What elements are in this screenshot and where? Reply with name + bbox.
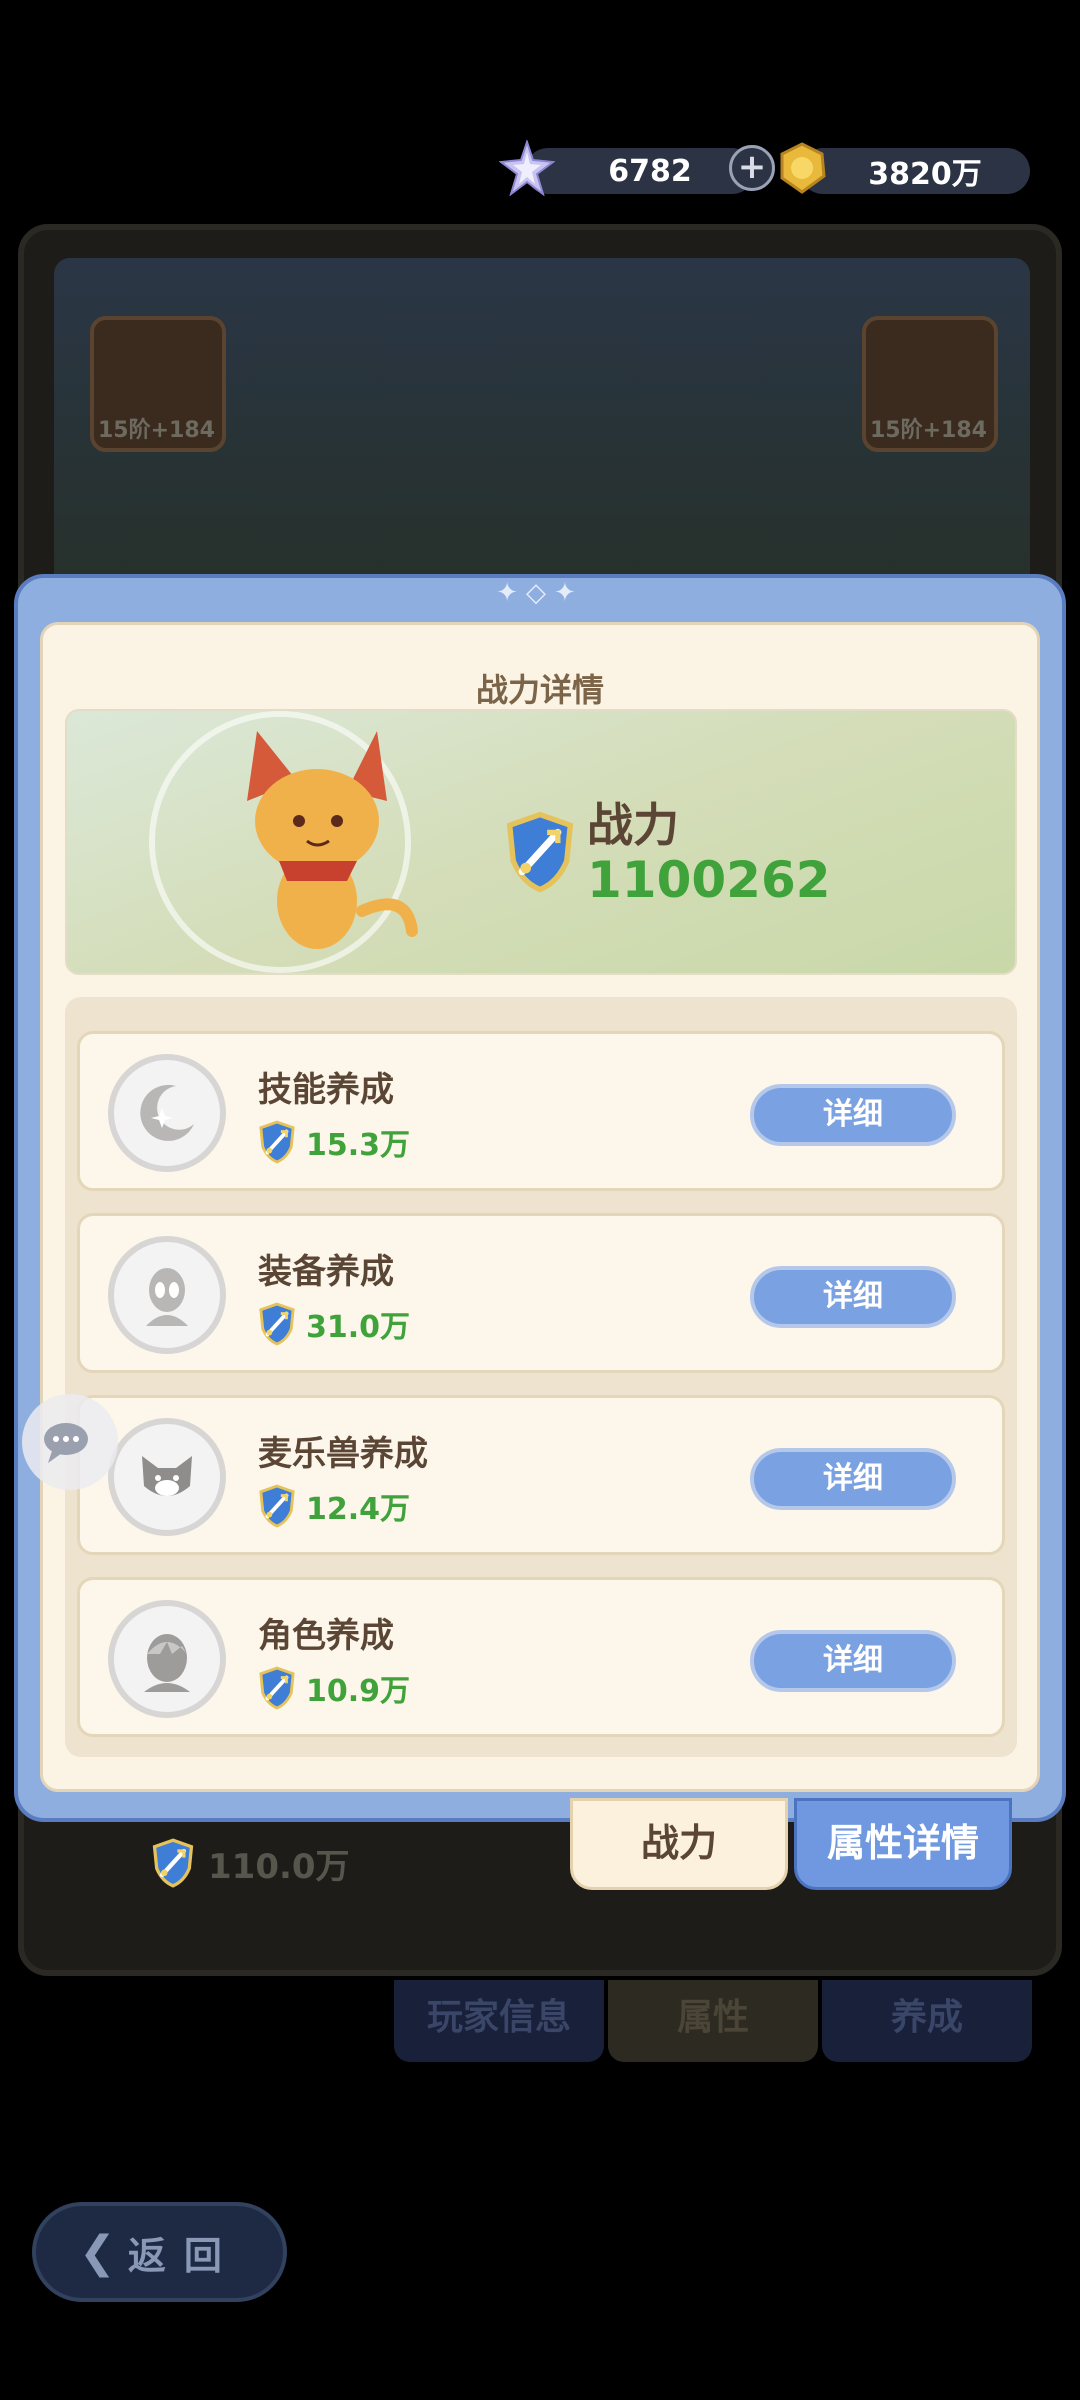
power-details-dialog: ✦◇✦ 战力详情 战力 1100262 技能养成 15.3万 详细 装备养成 3…: [14, 574, 1066, 1822]
tab-power[interactable]: 战力: [570, 1798, 788, 1890]
row-power: 15.3万: [258, 1120, 410, 1164]
equipment-slot-left: 15阶+184: [90, 316, 226, 452]
skill-detail-button[interactable]: 详细: [750, 1084, 956, 1146]
power-shield-icon: [258, 1120, 296, 1164]
power-shield-icon: [258, 1666, 296, 1710]
background-power-value: 110.0万: [208, 1846, 350, 1887]
row-power: 12.4万: [258, 1484, 410, 1528]
star-crystal-icon: [499, 140, 555, 196]
row-title: 角色养成: [258, 1616, 394, 1656]
equipment-slot-right: 15阶+184: [862, 316, 998, 452]
tab-attributes[interactable]: 属性: [608, 1980, 818, 2062]
dialog-title: 战力详情: [475, 671, 604, 709]
chat-bubble-button[interactable]: [22, 1394, 118, 1490]
row-power-value: 15.3万: [306, 1128, 411, 1163]
row-power-value: 31.0万: [306, 1310, 411, 1345]
tab-attribute-details[interactable]: 属性详情: [794, 1798, 1012, 1890]
power-banner: 战力 1100262: [65, 709, 1017, 975]
row-power-value: 10.9万: [306, 1674, 411, 1709]
tab-player-info[interactable]: 玩家信息: [394, 1980, 604, 2062]
row-title: 麦乐兽养成: [258, 1434, 428, 1474]
gold-value: 3820万: [868, 157, 982, 192]
power-value: 1100262: [587, 851, 831, 909]
background-power-total: 110.0万: [150, 1838, 350, 1888]
gem-counter: 6782 +: [499, 140, 775, 196]
alien-head-icon: [108, 1236, 226, 1354]
character-detail-button[interactable]: 详细: [750, 1630, 956, 1692]
power-shield-icon: [258, 1484, 296, 1528]
back-button[interactable]: ❮ 返回: [32, 2202, 287, 2302]
equipment-level-tag: 15阶+184: [98, 418, 215, 443]
back-button-label: 返回: [127, 2233, 240, 2278]
back-arrow-icon: ❮: [79, 2226, 116, 2278]
power-shield-icon: [150, 1838, 196, 1888]
moon-star-icon: [108, 1054, 226, 1172]
add-gems-button[interactable]: +: [729, 145, 775, 191]
power-breakdown-list[interactable]: 技能养成 15.3万 详细 装备养成 31.0万 详细 麦乐兽养成 12.4万 …: [65, 997, 1017, 1757]
list-item: 技能养成 15.3万 详细: [77, 1031, 1005, 1191]
row-power: 10.9万: [258, 1666, 410, 1710]
row-title: 技能养成: [258, 1070, 394, 1110]
gold-coin-icon: [780, 142, 826, 194]
power-label: 战力: [587, 798, 679, 852]
dialog-content: 战力详情 战力 1100262 技能养成 15.3万 详细 装备养成 31.0万…: [40, 622, 1040, 1792]
row-title: 装备养成: [258, 1252, 394, 1292]
row-power: 31.0万: [258, 1302, 410, 1346]
cat-face-icon: [108, 1418, 226, 1536]
row-power-value: 12.4万: [306, 1492, 411, 1527]
power-shield-icon: [258, 1302, 296, 1346]
equipment-level-tag: 15阶+184: [870, 418, 987, 443]
chat-icon: [44, 1423, 88, 1463]
list-item: 装备养成 31.0万 详细: [77, 1213, 1005, 1373]
ornament-icon: ✦◇✦: [496, 578, 584, 608]
power-shield-icon: [503, 811, 577, 893]
pet-detail-button[interactable]: 详细: [750, 1448, 956, 1510]
tab-cultivation[interactable]: 养成: [822, 1980, 1032, 2062]
gold-counter: 3820万: [780, 142, 1030, 194]
fox-mascot-icon: [247, 731, 418, 949]
list-item: 麦乐兽养成 12.4万 详细: [77, 1395, 1005, 1555]
character-head-icon: [108, 1600, 226, 1718]
equipment-detail-button[interactable]: 详细: [750, 1266, 956, 1328]
list-item: 角色养成 10.9万 详细: [77, 1577, 1005, 1737]
gem-value: 6782: [608, 153, 692, 189]
